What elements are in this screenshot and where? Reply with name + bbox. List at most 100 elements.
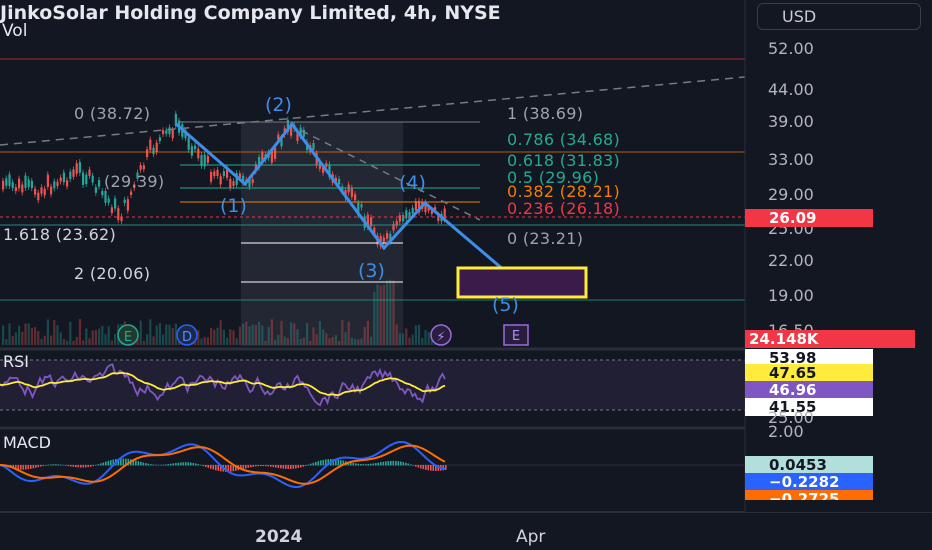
volume-bar: [398, 333, 401, 345]
svg-text:E: E: [512, 329, 520, 344]
macd-histogram-bar: [122, 458, 125, 466]
volume-bar: [382, 284, 385, 345]
earnings-marker[interactable]: E: [117, 324, 139, 346]
chart-title: JinkoSolar Holding Company Limited, 4h, …: [0, 2, 501, 24]
macd-histogram-bar: [162, 464, 165, 466]
macd-histogram-bar: [367, 464, 370, 466]
macd-histogram-bar: [445, 465, 447, 470]
svg-text:⚡: ⚡: [436, 330, 445, 345]
candle-body: [360, 204, 363, 208]
macd-histogram-bar: [365, 464, 367, 466]
volume-bar: [370, 336, 373, 345]
macd-histogram-bar: [170, 463, 172, 466]
macd-scale-tick: 2.00: [768, 422, 804, 441]
macd-histogram-bar: [362, 464, 365, 466]
fib-label: 0.786 (34.68): [507, 130, 621, 149]
volume-bar: [78, 319, 81, 345]
volume-bar: [149, 319, 152, 345]
macd-histogram-bar: [425, 465, 427, 470]
volume-indicator-label[interactable]: Vol: [2, 21, 27, 41]
macd-histogram-bar: [392, 460, 395, 466]
candle-body: [5, 178, 8, 186]
macd-histogram-bar: [307, 464, 310, 466]
macd-histogram-bar: [57, 464, 60, 466]
candle-body: [114, 198, 117, 209]
volume-bar: [232, 330, 235, 345]
candle-body: [94, 187, 97, 193]
volume-bar: [312, 327, 315, 345]
macd-histogram-bar: [62, 464, 65, 466]
candle-body: [197, 148, 200, 159]
macd-histogram-bar: [100, 463, 102, 466]
volume-bar: [229, 329, 232, 345]
volume-bar: [72, 340, 75, 345]
candle-body: [11, 182, 14, 189]
candle-body: [165, 130, 168, 134]
macd-histogram-bar: [17, 465, 20, 470]
candle-body: [338, 178, 341, 185]
volume-bar: [114, 333, 117, 345]
volume-bar: [318, 321, 321, 345]
macd-histogram-bar: [317, 461, 320, 466]
macd-histogram-bar: [295, 465, 297, 469]
macd-histogram-bar: [352, 462, 355, 466]
fib-ext-label: (29.39): [104, 172, 165, 191]
candle-body: [21, 184, 24, 193]
candle-body: [53, 181, 56, 189]
volume-bar: [395, 324, 398, 345]
wave-label-3: (3): [358, 260, 385, 282]
macd-histogram-bar: [265, 465, 267, 467]
macd-histogram-bar: [415, 465, 417, 467]
volume-bar: [226, 337, 229, 345]
volume-bar: [34, 327, 37, 345]
candle-body: [88, 169, 91, 176]
macd-histogram-bar: [192, 462, 195, 466]
volume-bar: [107, 326, 110, 345]
candle-body: [171, 129, 174, 139]
candle-body: [152, 147, 155, 155]
candle-body: [8, 174, 11, 187]
macd-histogram-bar: [32, 465, 35, 469]
macd-pane-label[interactable]: MACD: [3, 433, 51, 452]
macd-histogram-bar: [20, 465, 22, 470]
macd-histogram-bar: [67, 465, 70, 467]
macd-histogram-bar: [90, 465, 92, 467]
dividend-marker[interactable]: D: [176, 324, 198, 346]
volume-bar: [238, 326, 241, 345]
macd-histogram-bar: [177, 462, 180, 466]
volume-bar: [302, 337, 305, 345]
volume-bar: [379, 285, 382, 345]
macd-histogram-bar: [382, 461, 385, 466]
volume-bar: [322, 329, 325, 345]
candle-body: [222, 171, 225, 176]
candle-body: [274, 147, 277, 159]
split-marker[interactable]: ⚡: [430, 324, 452, 346]
macd-histogram-bar: [157, 464, 160, 466]
volume-bar: [341, 320, 344, 345]
volume-bar: [366, 320, 369, 345]
macd-histogram-bar: [282, 465, 285, 469]
volume-bar: [251, 324, 254, 345]
volume-bar: [210, 328, 213, 345]
candle-body: [43, 188, 46, 196]
candle-body: [107, 198, 110, 203]
macd-histogram-bar: [25, 465, 27, 470]
rsi-pane-label[interactable]: RSI: [3, 352, 29, 371]
macd-histogram-bar: [297, 465, 300, 469]
macd-histogram-bar: [250, 465, 252, 468]
candle-body: [386, 233, 389, 239]
volume-bar: [98, 328, 101, 345]
volume-bar: [357, 339, 360, 345]
volume-bar: [309, 340, 312, 345]
volume-bar: [69, 321, 72, 345]
currency-button[interactable]: USD: [757, 3, 921, 30]
candle-body: [78, 162, 81, 173]
volume-bar: [280, 320, 283, 345]
upcoming-earnings-marker[interactable]: E: [503, 324, 529, 346]
candle-body: [117, 208, 120, 220]
volume-bar: [408, 337, 411, 345]
volume-bar: [197, 330, 200, 345]
fib-ext-label: 2 (20.06): [74, 264, 151, 283]
volume-bar: [338, 340, 341, 345]
candle-body: [142, 165, 145, 170]
